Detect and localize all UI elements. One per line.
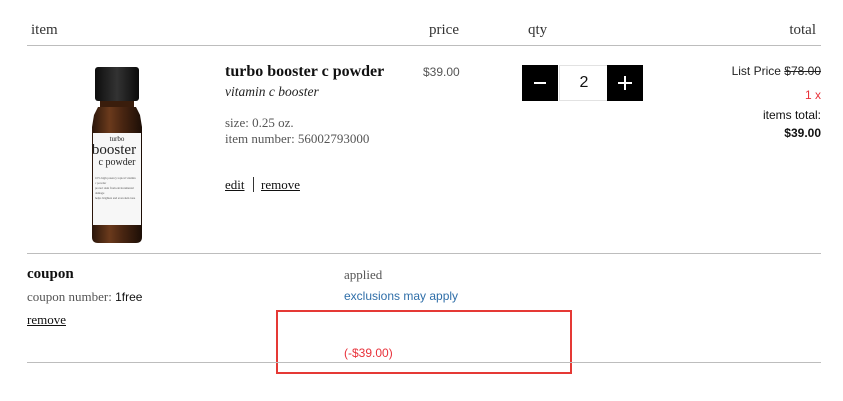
- quantity-input[interactable]: [559, 65, 609, 101]
- coupon-number: coupon number: 1free: [27, 289, 142, 305]
- items-total-value: $39.00: [784, 126, 821, 140]
- items-total-label: items total:: [762, 108, 821, 122]
- action-separator: [252, 177, 254, 192]
- coupon-number-value: 1free: [115, 290, 143, 304]
- header-divider: [27, 45, 821, 46]
- quantity-multiplier: 1 x: [804, 88, 821, 102]
- coupon-number-label: coupon number:: [27, 289, 112, 304]
- product-divider: [27, 253, 821, 254]
- minus-icon: [534, 82, 546, 84]
- bottle-label: turbo booster c powder 10% high potency …: [92, 135, 141, 201]
- column-header-total: total: [789, 22, 816, 38]
- coupon-divider: [27, 362, 821, 363]
- product-image[interactable]: turbo booster c powder 10% high potency …: [84, 65, 156, 245]
- list-price-label: List Price: [731, 64, 781, 78]
- list-price-value: $78.00: [784, 64, 821, 78]
- coupon-discount: (-$39.00): [344, 346, 393, 360]
- list-price: List Price $78.00: [732, 64, 821, 78]
- unit-price: $39.00: [423, 65, 460, 79]
- remove-item-link[interactable]: remove: [261, 177, 300, 192]
- product-item-number: item number: 56002793000: [225, 131, 370, 146]
- column-header-qty: qty: [528, 22, 548, 38]
- discount-highlight-box: [276, 310, 572, 374]
- qty-decrease-button[interactable]: [522, 65, 558, 101]
- edit-link[interactable]: edit: [225, 177, 245, 192]
- bottle-label-line3: c powder: [98, 157, 136, 168]
- item-actions: edit remove: [225, 177, 300, 193]
- product-size: size: 0.25 oz.: [225, 115, 294, 130]
- coupon-status: applied: [344, 267, 383, 282]
- column-header-item: item: [31, 22, 58, 38]
- bottle-label-line2: booster: [91, 142, 137, 158]
- qty-increase-button[interactable]: [607, 65, 643, 101]
- plus-icon: [618, 76, 632, 90]
- exclusions-link[interactable]: exclusions may apply: [344, 289, 458, 303]
- remove-coupon-link[interactable]: remove: [27, 312, 66, 328]
- product-name[interactable]: turbo booster c powder: [225, 63, 384, 81]
- coupon-title: coupon: [27, 266, 74, 282]
- product-subtitle: vitamin c booster: [225, 84, 319, 99]
- bottle-small-line-5: helps brighten and even skin tone: [95, 196, 136, 200]
- column-header-price: price: [429, 22, 459, 38]
- bottle-label-small-text: 10% high potency topical vitamin c powde…: [93, 176, 141, 201]
